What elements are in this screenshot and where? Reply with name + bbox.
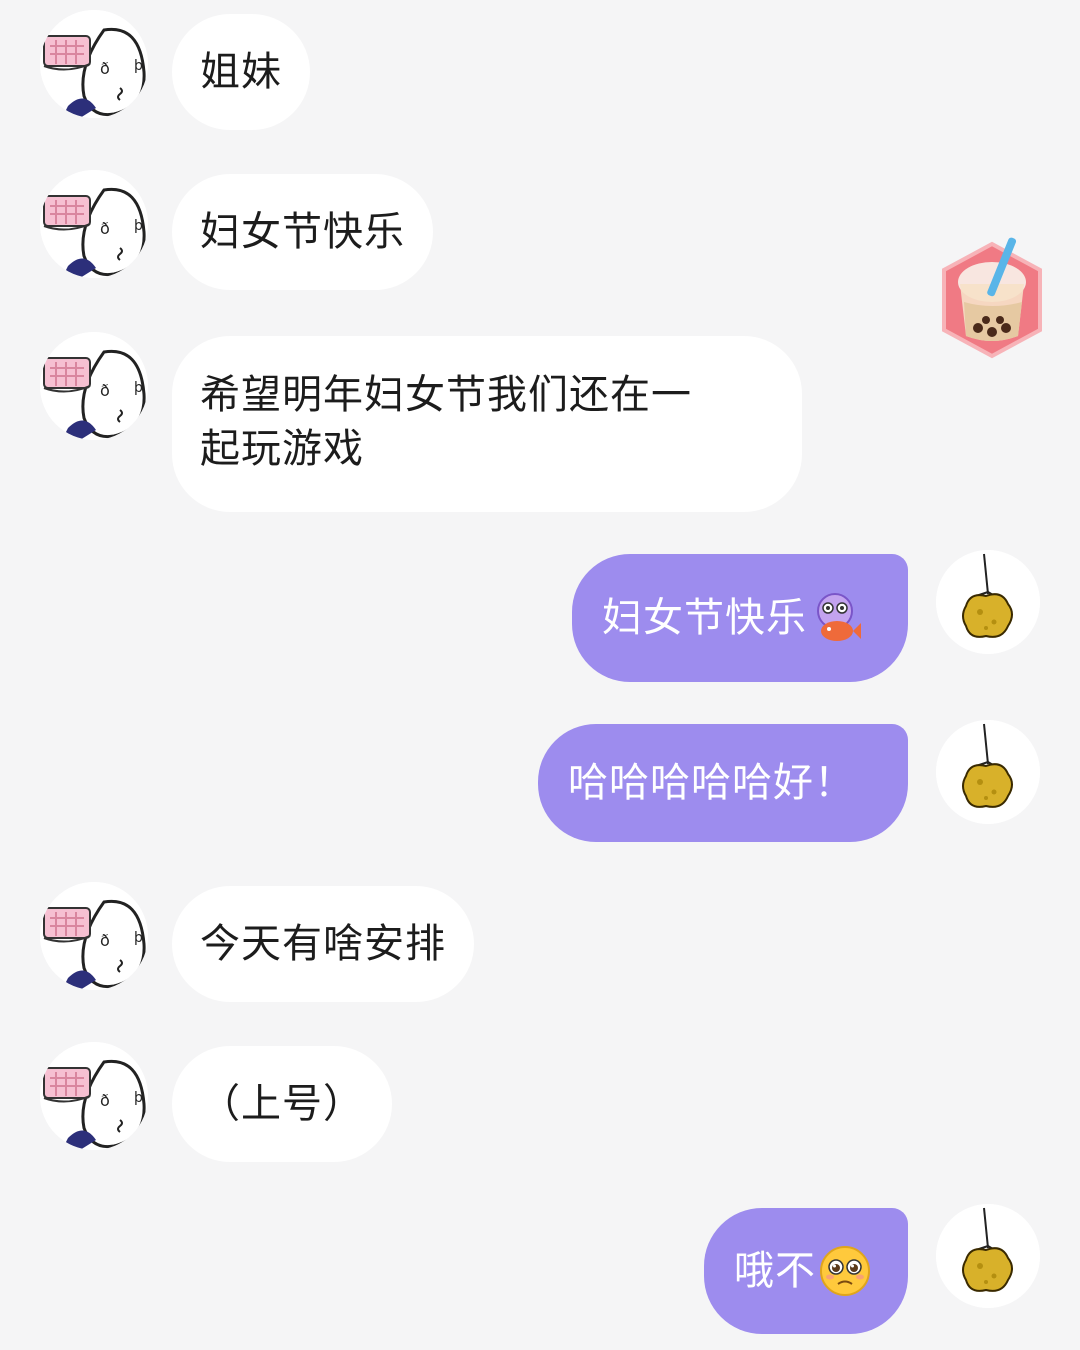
message-bubble-outgoing[interactable]: 妇女节快乐 [572,554,908,682]
self-avatar[interactable] [936,1204,1040,1308]
cartoon-face-avatar-icon [40,1042,148,1150]
message-text-line: 起玩游戏 [200,426,364,472]
message-bubble-incoming[interactable]: （上号） [172,1046,392,1162]
hanging-sponge-avatar-icon [936,550,1040,654]
message-text: 妇女节快乐 [200,209,405,255]
hanging-sponge-avatar-icon [936,1204,1040,1308]
contact-avatar[interactable] [40,1042,148,1150]
contact-avatar[interactable] [40,10,148,118]
message-bubble-incoming[interactable]: 妇女节快乐 [172,174,433,290]
cartoon-face-avatar-icon [40,882,148,990]
message-bubble-incoming[interactable]: 姐妹 [172,14,310,130]
contact-avatar[interactable] [40,170,148,278]
message-bubble-incoming[interactable]: 今天有啥安排 [172,886,474,1002]
message-text: 哈哈哈哈哈好！ [568,760,855,806]
message-bubble-incoming[interactable]: 希望明年妇女节我们还在一 起玩游戏 [172,336,802,512]
self-avatar[interactable] [936,550,1040,654]
contact-avatar[interactable] [40,332,148,440]
message-text: 妇女节快乐 [602,595,807,641]
message-text-line: 希望明年妇女节我们还在一 [200,372,692,418]
pleading-face-emoji [820,1246,870,1296]
cartoon-face-avatar-icon [40,10,148,118]
message-text: 今天有啥安排 [200,921,446,967]
contact-avatar[interactable] [40,882,148,990]
cartoon-face-avatar-icon [40,170,148,278]
self-avatar[interactable] [936,720,1040,824]
message-text: 哦不 [734,1248,816,1294]
message-text: 姐妹 [200,49,282,95]
cartoon-face-avatar-icon [40,332,148,440]
message-bubble-outgoing[interactable]: 哈哈哈哈哈好！ [538,724,908,842]
bubble-tea-icon[interactable] [936,236,1048,366]
octopus-fish-emoji [817,593,861,641]
message-text: （上号） [200,1081,364,1127]
hanging-sponge-avatar-icon [936,720,1040,824]
message-bubble-outgoing[interactable]: 哦不 [704,1208,908,1334]
